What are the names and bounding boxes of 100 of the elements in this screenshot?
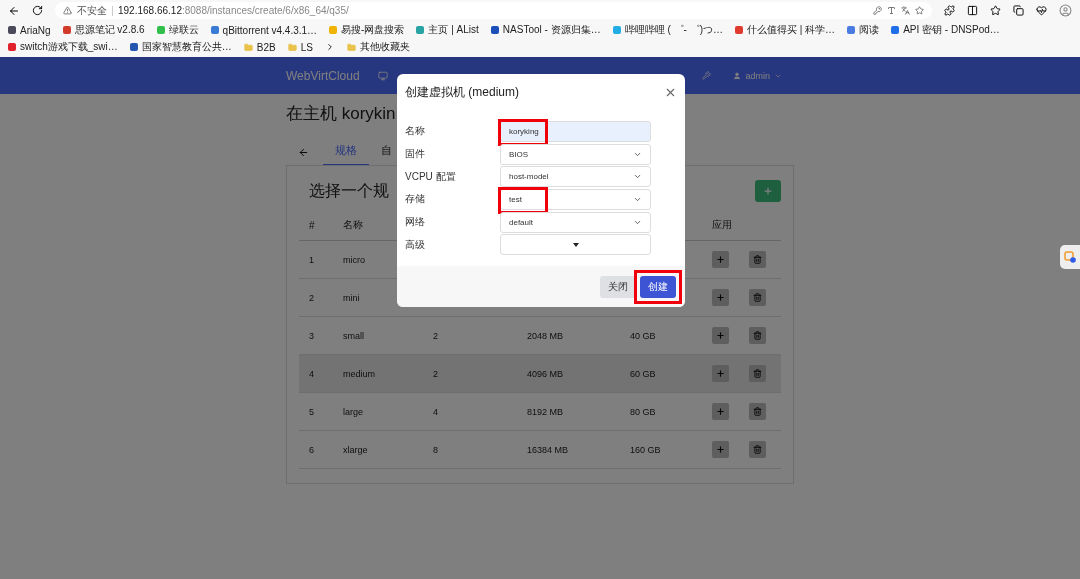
wrench-icon[interactable] <box>702 71 712 80</box>
table-cell: large <box>343 406 363 417</box>
bookmark[interactable]: 思源笔记 v2.8.6 <box>62 23 145 37</box>
select-field[interactable]: BIOS <box>500 143 651 165</box>
table-cell: 4 <box>433 406 438 417</box>
table-cell: 8192 MB <box>527 406 564 417</box>
table-cell: small <box>343 330 364 341</box>
trash-icon <box>753 255 762 264</box>
delete-button[interactable] <box>749 289 766 306</box>
bookmark[interactable]: 国家智慧教育公共… <box>129 40 232 54</box>
bookmark[interactable]: API 密钥 - DNSPod… <box>891 23 1000 37</box>
field-label: 高级 <box>405 237 426 252</box>
plus-icon <box>716 331 725 340</box>
bookmark[interactable]: LS <box>287 41 313 53</box>
key-icon[interactable] <box>873 6 882 15</box>
trash-icon <box>753 331 762 340</box>
add-button[interactable] <box>712 251 729 268</box>
plus-icon <box>716 255 725 264</box>
translate-icon[interactable] <box>901 6 910 15</box>
bookmark[interactable]: 主页 | AList <box>416 23 479 37</box>
url-path: :8088/instances/create/6/x86_64/q35/ <box>181 5 349 16</box>
add-button[interactable] <box>712 403 729 420</box>
table-cell: 80 GB <box>630 406 656 417</box>
bookmark[interactable]: AriaNg <box>8 24 51 36</box>
table-cell: 60 GB <box>630 368 656 379</box>
trash-icon <box>753 369 762 378</box>
delete-button[interactable] <box>749 441 766 458</box>
table-cell: 160 GB <box>630 444 661 455</box>
table-cell: 8 <box>433 444 438 455</box>
trash-icon <box>753 407 762 416</box>
bookmark[interactable]: NASTool - 资源归集… <box>490 23 601 37</box>
table-cell: 2 <box>433 330 438 341</box>
table-cell: 1 <box>309 254 314 265</box>
back-arrow-icon[interactable] <box>298 146 309 158</box>
table-cell: medium <box>343 368 375 379</box>
monitor-icon[interactable] <box>377 70 388 81</box>
floating-app-icon[interactable] <box>1060 245 1080 269</box>
trash-icon <box>753 293 762 302</box>
delete-button[interactable] <box>749 327 766 344</box>
collections-icon[interactable] <box>1013 5 1024 16</box>
puzzle-icon[interactable] <box>944 5 955 16</box>
split-icon[interactable] <box>967 5 978 16</box>
bookmark[interactable]: 易搜-网盘搜索 <box>329 23 405 37</box>
bookmark[interactable]: B2B <box>243 41 276 53</box>
table-cell: 6 <box>309 444 314 455</box>
plus-icon <box>716 369 725 378</box>
select-field[interactable]: test <box>500 188 651 210</box>
table-cell: 2048 MB <box>527 330 564 341</box>
avatar-icon[interactable] <box>1059 4 1072 17</box>
bookmark[interactable]: qBittorrent v4.4.3.1… <box>210 24 318 36</box>
back-icon[interactable] <box>8 4 20 17</box>
table-cell: 5 <box>309 406 314 417</box>
delete-button[interactable] <box>749 251 766 268</box>
favorites-icon[interactable] <box>990 5 1001 16</box>
bookmark[interactable]: 哔哩哔哩 ( ゜- ゜)つ… <box>612 23 723 37</box>
add-button[interactable] <box>712 365 729 382</box>
bookmark[interactable]: 其他收藏夹 <box>346 40 410 54</box>
refresh-icon[interactable] <box>32 5 43 16</box>
table-cell: xlarge <box>343 444 368 455</box>
delete-button[interactable] <box>749 403 766 420</box>
bookmark[interactable]: 什么值得买 | 科学… <box>734 23 836 37</box>
text-icon[interactable] <box>887 6 896 15</box>
add-button[interactable] <box>712 327 729 344</box>
page-title: 在主机 korykin <box>286 103 397 125</box>
card-heading: 选择一个规 <box>309 180 389 201</box>
address-bar[interactable]: 不安全 192.168.66.12:8088/instances/create/6/x86_64/q35/ <box>55 2 932 19</box>
table-cell: micro <box>343 254 365 265</box>
table-cell: 3 <box>309 330 314 341</box>
bookmark[interactable]: 阅读 <box>847 23 880 37</box>
security-label: 不安全 <box>77 3 107 18</box>
bookmark[interactable]: 绿联云 <box>156 23 199 37</box>
url-host: 192.168.66.12 <box>118 5 182 16</box>
user-icon <box>733 71 742 80</box>
dialog-title: 创建虚拟机 (medium) <box>405 83 519 101</box>
field-label: VCPU 配置 <box>405 169 457 184</box>
field-label: 名称 <box>405 124 426 139</box>
select-field[interactable]: default <box>500 211 651 233</box>
name-input[interactable]: koryking <box>500 120 651 142</box>
star-icon[interactable] <box>915 6 924 15</box>
table-cell: 2 <box>309 292 314 303</box>
create-button[interactable]: 创建 <box>640 275 676 298</box>
select-field[interactable]: host-model <box>500 166 651 188</box>
heart-icon[interactable] <box>1036 5 1047 16</box>
warning-icon <box>63 6 72 15</box>
column-header: # <box>309 219 315 231</box>
field-label: 存储 <box>405 192 426 207</box>
field-label: 网络 <box>405 215 426 230</box>
plus-icon <box>716 293 725 302</box>
table-cell: 4 <box>309 368 314 379</box>
column-header: 名称 <box>343 218 363 232</box>
bookmark[interactable]: switch游戏下载_swi… <box>8 40 118 54</box>
table-cell: 4096 MB <box>527 368 564 379</box>
plus-icon <box>763 186 773 196</box>
add-button[interactable] <box>712 441 729 458</box>
caret-icon <box>572 242 579 247</box>
column-header: 应用 <box>712 218 732 232</box>
add-button[interactable] <box>712 289 729 306</box>
close-button[interactable]: 关闭 <box>600 275 636 298</box>
table-cell: 16384 MB <box>527 444 569 455</box>
delete-button[interactable] <box>749 365 766 382</box>
